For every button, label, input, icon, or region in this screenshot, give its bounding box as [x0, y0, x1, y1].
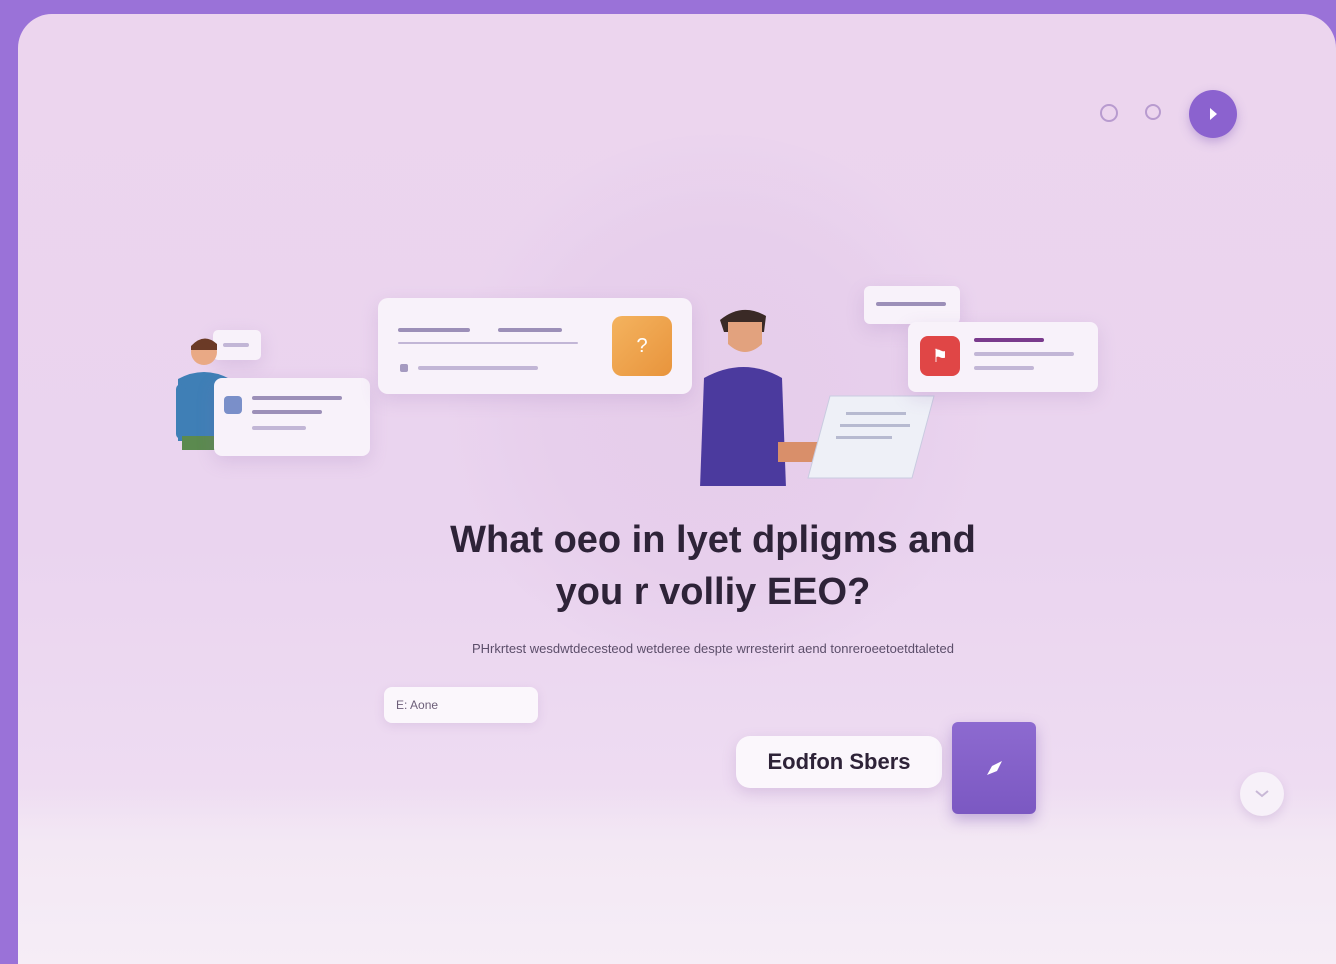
illustration-label-card	[864, 286, 960, 324]
mini-input-value: E: Aone	[396, 698, 439, 712]
app-panel: ? ⚑ What oeo in lyet dpligms and you r v…	[18, 14, 1336, 964]
chat-icon	[1255, 790, 1269, 798]
shield-icon: ⚑	[920, 336, 960, 376]
page-title: What oeo in lyet dpligms and you r volli…	[318, 514, 1108, 618]
profile-glyph-icon	[1210, 108, 1217, 120]
question-icon: ?	[612, 316, 672, 376]
illustration-profile-card	[214, 378, 370, 456]
chat-button[interactable]	[1240, 772, 1284, 816]
background-floor	[18, 784, 1336, 964]
circle-icon[interactable]	[1145, 104, 1161, 120]
rocket-icon	[987, 761, 1002, 775]
illustration-alert-card: ⚑	[908, 322, 1098, 392]
illustration-form-card: ?	[378, 298, 692, 394]
send-button[interactable]	[952, 722, 1036, 814]
profile-icon[interactable]	[1189, 90, 1237, 138]
page-subtitle: PHrkrtest wesdwtdecesteod wetderee despt…	[472, 641, 954, 656]
title-line-1: What oeo in lyet dpligms and	[450, 519, 976, 561]
title-line-2: you r volliy EEO?	[555, 571, 871, 613]
mini-input[interactable]: E: Aone	[384, 687, 538, 723]
circle-icon[interactable]	[1100, 104, 1118, 122]
primary-cta-button[interactable]: Eodfon Sbers	[736, 736, 942, 788]
